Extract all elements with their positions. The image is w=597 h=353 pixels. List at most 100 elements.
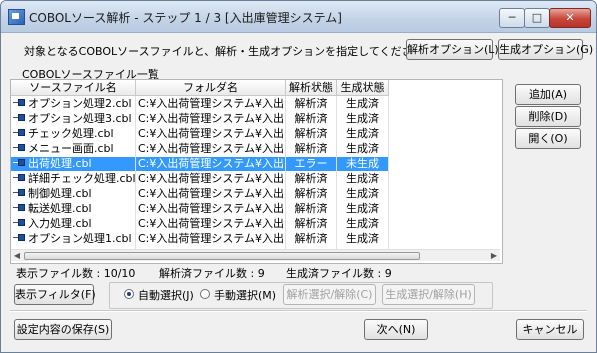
cobol-file-icon xyxy=(13,188,27,198)
app-icon xyxy=(8,9,25,25)
generated-file-count: 生成済ファイル数 : 9 xyxy=(286,267,392,280)
manual-select-label[interactable]: 手動選択(M) xyxy=(214,287,276,303)
column-header-file[interactable]: ソースファイル名 xyxy=(11,80,136,96)
cell-parse-status: 解析済 xyxy=(294,217,328,230)
cell-parse-status: 解析済 xyxy=(294,142,328,155)
file-name-text: 制御処理.cbl xyxy=(28,187,92,200)
auto-select-label[interactable]: 自動選択(J) xyxy=(138,287,194,303)
parse-select-toggle-button[interactable]: 解析選択/解除(C) xyxy=(283,284,376,305)
delete-button[interactable]: 削除(D) xyxy=(515,106,581,127)
table-row[interactable]: オプション処理1.cbl C:¥入出荷管理システム¥入出… 解析済 生成済 xyxy=(11,232,500,246)
file-name-text: オプション処理2.cbl xyxy=(28,97,132,110)
horizontal-scrollbar[interactable]: ◀ ▶ xyxy=(11,249,500,261)
generate-option-button[interactable]: 生成オプション(G) xyxy=(498,39,593,60)
minimize-button[interactable]: ─ xyxy=(499,8,525,28)
table-row[interactable]: 入力処理.cbl C:¥入出荷管理システム¥入出… 解析済 生成済 xyxy=(11,217,500,231)
parsed-file-count: 解析済ファイル数 : 9 xyxy=(159,267,265,280)
table-row[interactable]: オプション処理3.cbl C:¥入出荷管理システム¥入出… 解析済 生成済 xyxy=(11,112,500,126)
file-name-text: 出荷処理.cbl xyxy=(28,157,92,170)
cell-gen-status: 生成済 xyxy=(346,112,379,125)
table-row[interactable]: チェック処理.cbl C:¥入出荷管理システム¥入出… 解析済 生成済 xyxy=(11,127,500,141)
cell-folder: C:¥入出荷管理システム¥入出… xyxy=(138,187,285,200)
cell-file-name: チェック処理.cbl xyxy=(11,127,135,141)
cobol-file-icon xyxy=(13,128,27,138)
cell-folder: C:¥入出荷管理システム¥入出… xyxy=(138,97,285,110)
add-button[interactable]: 追加(A) xyxy=(515,84,581,105)
cell-folder: C:¥入出荷管理システム¥入出… xyxy=(138,232,285,245)
table-row[interactable]: メニュー画面.cbl C:¥入出荷管理システム¥入出… 解析済 生成済 xyxy=(11,142,500,156)
cell-folder: C:¥入出荷管理システム¥入出… xyxy=(138,112,285,125)
window-title: COBOLソース解析 - ステップ 1 / 3 [入出庫管理システム] xyxy=(29,11,342,25)
file-name-text: オプション処理1.cbl xyxy=(28,232,132,245)
cell-parse-status: 解析済 xyxy=(294,112,328,125)
cell-gen-status: 生成済 xyxy=(346,187,379,200)
table-row[interactable]: オプション処理2.cbl C:¥入出荷管理システム¥入出… 解析済 生成済 xyxy=(11,97,500,111)
cell-folder: C:¥入出荷管理システム¥入出… xyxy=(136,157,285,171)
cell-parse-status: 解析済 xyxy=(294,232,328,245)
table-row[interactable]: 転送処理.cbl C:¥入出荷管理システム¥入出… 解析済 生成済 xyxy=(11,202,500,216)
cell-parse-status: 解析済 xyxy=(294,187,328,200)
cell-parse-status: 解析済 xyxy=(294,97,328,110)
cell-file-name: 転送処理.cbl xyxy=(11,202,135,216)
cell-gen-status: 生成済 xyxy=(346,217,379,230)
cell-parse-status: エラー xyxy=(286,157,336,171)
cobol-file-icon xyxy=(13,98,27,108)
analyze-option-button[interactable]: 解析オプション(L) xyxy=(406,39,499,60)
table-row[interactable]: 制御処理.cbl C:¥入出荷管理システム¥入出… 解析済 生成済 xyxy=(11,187,500,201)
file-name-text: 転送処理.cbl xyxy=(28,202,92,215)
cell-folder: C:¥入出荷管理システム¥入出… xyxy=(138,172,285,185)
cell-file-name: 出荷処理.cbl xyxy=(11,157,135,171)
cell-file-name: 入力処理.cbl xyxy=(11,217,135,231)
scroll-left-icon[interactable]: ◀ xyxy=(11,250,23,261)
file-name-text: オプション処理3.cbl xyxy=(28,112,132,125)
cell-folder: C:¥入出荷管理システム¥入出… xyxy=(138,202,285,215)
cancel-button[interactable]: キャンセル xyxy=(516,319,584,340)
manual-select-radio[interactable] xyxy=(200,289,210,299)
save-settings-button[interactable]: 設定内容の保存(S) xyxy=(14,319,112,340)
cell-file-name: 詳細チェック処理.cbl xyxy=(11,172,135,186)
cell-parse-status: 解析済 xyxy=(294,172,328,185)
gen-select-toggle-button[interactable]: 生成選択/解除(H) xyxy=(382,284,475,305)
column-header-folder[interactable]: フォルダ名 xyxy=(136,80,286,96)
auto-select-radio[interactable] xyxy=(124,289,134,299)
close-button[interactable]: ✕ xyxy=(549,8,591,28)
main-window: COBOLソース解析 - ステップ 1 / 3 [入出庫管理システム] ─ □ … xyxy=(0,0,597,353)
cell-gen-status: 生成済 xyxy=(346,142,379,155)
cell-parse-status: 解析済 xyxy=(294,202,328,215)
column-header-gen-status[interactable]: 生成状態 xyxy=(337,80,389,96)
cobol-file-icon xyxy=(13,143,27,153)
instruction-text: 対象となるCOBOLソースファイルと、解析・生成オプションを指定してください。 xyxy=(24,45,435,58)
column-header-parse-status[interactable]: 解析状態 xyxy=(286,80,337,96)
cell-folder: C:¥入出荷管理システム¥入出… xyxy=(138,217,285,230)
displayed-file-count: 表示ファイル数 : 10/10 xyxy=(16,267,136,280)
display-filter-button[interactable]: 表示フィルタ(F) xyxy=(14,284,96,305)
cobol-file-icon xyxy=(13,203,27,213)
cell-file-name: オプション処理2.cbl xyxy=(11,97,135,111)
cell-gen-status: 生成済 xyxy=(346,172,379,185)
cobol-file-icon xyxy=(13,113,27,123)
cell-gen-status: 生成済 xyxy=(346,202,379,215)
file-name-text: 詳細チェック処理.cbl xyxy=(28,172,135,185)
cobol-file-icon xyxy=(13,233,27,243)
cell-file-name: メニュー画面.cbl xyxy=(11,142,135,156)
cell-gen-status: 生成済 xyxy=(346,97,379,110)
cell-file-name: 制御処理.cbl xyxy=(11,187,135,201)
maximize-button[interactable]: □ xyxy=(524,8,550,28)
table-row[interactable]: 出荷処理.cbl C:¥入出荷管理システム¥入出… エラー 未生成 xyxy=(11,157,500,171)
cell-parse-status: 解析済 xyxy=(294,127,328,140)
cell-gen-status: 未生成 xyxy=(337,157,388,171)
cobol-file-icon xyxy=(13,173,27,183)
footer-separator xyxy=(10,310,587,312)
cell-gen-status: 生成済 xyxy=(346,232,379,245)
scrollbar-thumb[interactable] xyxy=(24,252,420,260)
file-name-text: チェック処理.cbl xyxy=(28,127,114,140)
cobol-file-icon xyxy=(13,158,27,168)
scroll-right-icon[interactable]: ▶ xyxy=(488,250,500,261)
title-bar[interactable]: COBOLソース解析 - ステップ 1 / 3 [入出庫管理システム] ─ □ … xyxy=(1,1,596,33)
next-button[interactable]: 次へ(N) xyxy=(364,319,428,340)
cobol-file-icon xyxy=(13,218,27,228)
open-button[interactable]: 開く(O) xyxy=(515,128,581,149)
table-row[interactable]: 詳細チェック処理.cbl C:¥入出荷管理システム¥入出… 解析済 生成済 xyxy=(11,172,500,186)
file-list[interactable]: ソースファイル名 フォルダ名 解析状態 生成状態 オプション処理2.cbl C:¥… xyxy=(11,80,500,261)
file-name-text: メニュー画面.cbl xyxy=(28,142,114,155)
